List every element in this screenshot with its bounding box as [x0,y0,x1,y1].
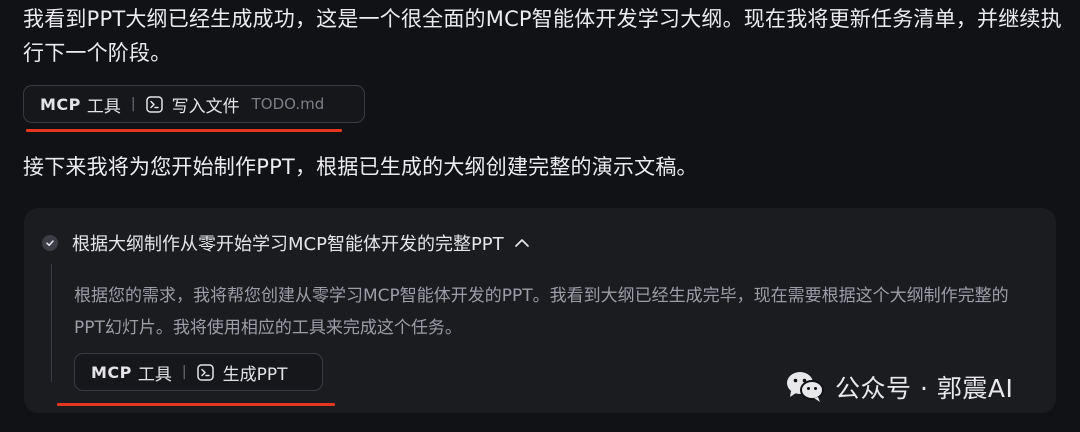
tool-action-label: 生成PPT [222,364,288,385]
chat-page: 我看到PPT大纲已经生成成功，这是一个很全面的MCP智能体开发学习大纲。现在我将… [0,0,1080,432]
mcp-logo-text: MCP [40,94,81,114]
mcp-tool-chip-write-file[interactable]: MCP 工具 | 写入文件 TODO.md [23,85,365,123]
watermark-text: 公众号 · 郭震AI [835,374,1014,403]
tools-label: 工具 [137,364,172,385]
terminal-icon [145,95,163,113]
task-title: 根据大纲制作从零开始学习MCP智能体开发的完整PPT [72,234,504,255]
chip-separator: | [181,364,187,380]
tool-action-label: 写入文件 [171,96,240,117]
watermark: 公众号 · 郭震AI [785,369,1013,405]
chip-separator: | [130,96,136,112]
task-timeline-line [51,264,52,382]
highlight-underline [57,403,335,406]
mcp-tool-chip-generate-ppt[interactable]: MCP 工具 | 生成PPT [74,353,323,391]
assistant-message-intro: 我看到PPT大纲已经生成成功，这是一个很全面的MCP智能体开发学习大纲。现在我将… [23,7,1062,65]
assistant-message-next: 接下来我将为您开始制作PPT，根据已生成的大纲创建完整的演示文稿。 [23,155,698,179]
highlight-underline [26,129,342,132]
tool-file-name: TODO.md [251,95,325,113]
mcp-logo-text: MCP [91,362,132,382]
task-description: 根据您的需求，我将帮您创建从零学习MCP智能体开发的PPT。我看到大纲已经生成完… [74,286,1009,338]
terminal-icon [196,363,214,381]
task-header[interactable]: 根据大纲制作从零开始学习MCP智能体开发的完整PPT [42,230,530,256]
check-icon [42,235,58,251]
wechat-icon [785,369,825,405]
chevron-up-icon[interactable] [514,237,530,249]
tools-label: 工具 [86,96,121,117]
